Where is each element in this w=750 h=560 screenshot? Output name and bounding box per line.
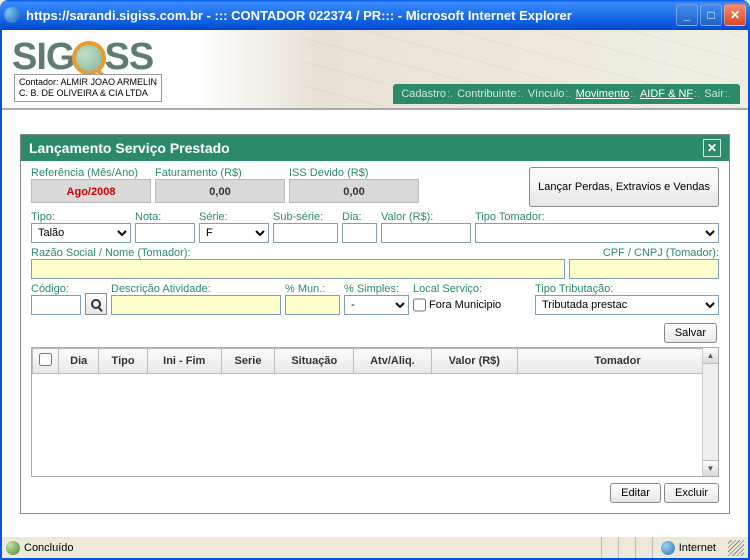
- status-done-icon: [6, 541, 20, 555]
- tipo-tomador-label: Tipo Tomador:: [475, 211, 719, 223]
- subserie-input[interactable]: [273, 223, 338, 243]
- salvar-button[interactable]: Salvar: [664, 323, 717, 343]
- tipo-trib-select[interactable]: Tributada prestac: [535, 295, 719, 315]
- col-dia[interactable]: Dia: [59, 349, 99, 374]
- panel-title-text: Lançamento Serviço Prestado: [29, 140, 230, 156]
- col-tomador[interactable]: Tomador: [518, 349, 718, 374]
- valor-label: Valor (R$):: [381, 211, 471, 223]
- globe-icon: [661, 541, 675, 555]
- status-text: Concluído: [24, 542, 74, 554]
- iss-label: ISS Devido (R$): [289, 167, 419, 179]
- window-close-button[interactable]: ✕: [724, 4, 746, 26]
- serie-label: Série:: [199, 211, 269, 223]
- ie-icon: [4, 7, 20, 23]
- faturamento-label: Faturamento (R$): [155, 167, 285, 179]
- ie-statusbar: Concluído Internet: [2, 536, 748, 558]
- local-label: Local Serviço:: [413, 283, 531, 295]
- nota-input[interactable]: [135, 223, 195, 243]
- iss-value: 0,00: [289, 179, 419, 203]
- window-minimize-button[interactable]: _: [676, 4, 698, 26]
- top-nav: Cadastro:. Contribuinte:. Vínculo:. Movi…: [393, 84, 740, 104]
- resize-grip[interactable]: [728, 540, 744, 556]
- window-title: https://sarandi.sigiss.com.br - ::: CONT…: [26, 8, 676, 23]
- nav-contribuinte[interactable]: Contribuinte: [457, 88, 516, 100]
- contador-info-box: Contador: ALMIR JOAO ARMELIN C. B. DE OL…: [14, 74, 162, 102]
- cpf-input[interactable]: [569, 259, 719, 279]
- lancamento-panel: Lançamento Serviço Prestado ✕ Referência…: [20, 134, 730, 514]
- tipo-label: Tipo:: [31, 211, 131, 223]
- mun-label: % Mun.:: [285, 283, 340, 295]
- scroll-up-button[interactable]: ▲: [703, 348, 718, 364]
- faturamento-value: 0,00: [155, 179, 285, 203]
- panel-titlebar: Lançamento Serviço Prestado ✕: [21, 135, 729, 161]
- razao-input[interactable]: [31, 259, 565, 279]
- grid-select-all-checkbox[interactable]: [39, 353, 52, 366]
- dia-input[interactable]: [342, 223, 377, 243]
- scroll-down-button[interactable]: ▼: [703, 460, 718, 476]
- descricao-label: Descrição Atividade:: [111, 283, 281, 295]
- cpf-label: CPF / CNPJ (Tomador):: [569, 247, 719, 259]
- codigo-label: Código:: [31, 283, 81, 295]
- nota-label: Nota:: [135, 211, 195, 223]
- valor-input[interactable]: [381, 223, 471, 243]
- nav-sair[interactable]: Sair: [704, 88, 724, 100]
- col-tipo[interactable]: Tipo: [99, 349, 147, 374]
- col-serie[interactable]: Serie: [221, 349, 275, 374]
- fora-municipio-label: Fora Municipio: [429, 299, 501, 311]
- simples-label: % Simples:: [344, 283, 409, 295]
- editar-button[interactable]: Editar: [610, 483, 661, 503]
- tipo-select[interactable]: Talão: [31, 223, 131, 243]
- window-maximize-button[interactable]: □: [700, 4, 722, 26]
- lancar-perdas-button[interactable]: Lançar Perdas, Extravios e Vendas: [529, 167, 719, 207]
- nav-movimento[interactable]: Movimento: [576, 88, 630, 100]
- search-icon: [91, 299, 101, 309]
- serie-select[interactable]: F: [199, 223, 269, 243]
- window-titlebar: https://sarandi.sigiss.com.br - ::: CONT…: [0, 0, 750, 30]
- grid-scrollbar[interactable]: ▲ ▼: [702, 348, 718, 476]
- subserie-label: Sub-série:: [273, 211, 338, 223]
- mun-input[interactable]: [285, 295, 340, 315]
- lancamentos-grid: Dia Tipo Ini - Fim Serie Situação Atv/Al…: [31, 347, 719, 477]
- fora-municipio-checkbox[interactable]: [413, 295, 426, 315]
- referencia-label: Referência (Mês/Ano): [31, 167, 151, 179]
- nav-aidf[interactable]: AIDF & NF: [640, 88, 693, 100]
- col-situacao[interactable]: Situação: [275, 349, 354, 374]
- panel-close-button[interactable]: ✕: [703, 139, 721, 157]
- razao-label: Razão Social / Nome (Tomador):: [31, 247, 565, 259]
- descricao-input[interactable]: [111, 295, 281, 315]
- grid-header-row: Dia Tipo Ini - Fim Serie Situação Atv/Al…: [33, 349, 718, 374]
- contador-name: Contador: ALMIR JOAO ARMELIN: [19, 77, 157, 88]
- col-ini-fim[interactable]: Ini - Fim: [147, 349, 221, 374]
- zone-text: Internet: [679, 542, 716, 554]
- col-atv-aliq[interactable]: Atv/Aliq.: [354, 349, 431, 374]
- nav-vinculo[interactable]: Vínculo: [528, 88, 565, 100]
- tipo-trib-label: Tipo Tributação:: [535, 283, 719, 295]
- codigo-input[interactable]: [31, 295, 81, 315]
- nav-cadastro[interactable]: Cadastro: [401, 88, 446, 100]
- col-valor[interactable]: Valor (R$): [431, 349, 517, 374]
- magnifier-icon: [72, 41, 106, 75]
- contador-company: C. B. DE OLIVEIRA & CIA LTDA: [19, 88, 157, 99]
- dia-label: Dia:: [342, 211, 377, 223]
- codigo-search-button[interactable]: [85, 293, 107, 315]
- tipo-tomador-select[interactable]: [475, 223, 719, 243]
- sigiss-logo: S I G SS: [12, 36, 153, 79]
- excluir-button[interactable]: Excluir: [664, 483, 719, 503]
- simples-select[interactable]: -: [344, 295, 409, 315]
- referencia-value: Ago/2008: [31, 179, 151, 203]
